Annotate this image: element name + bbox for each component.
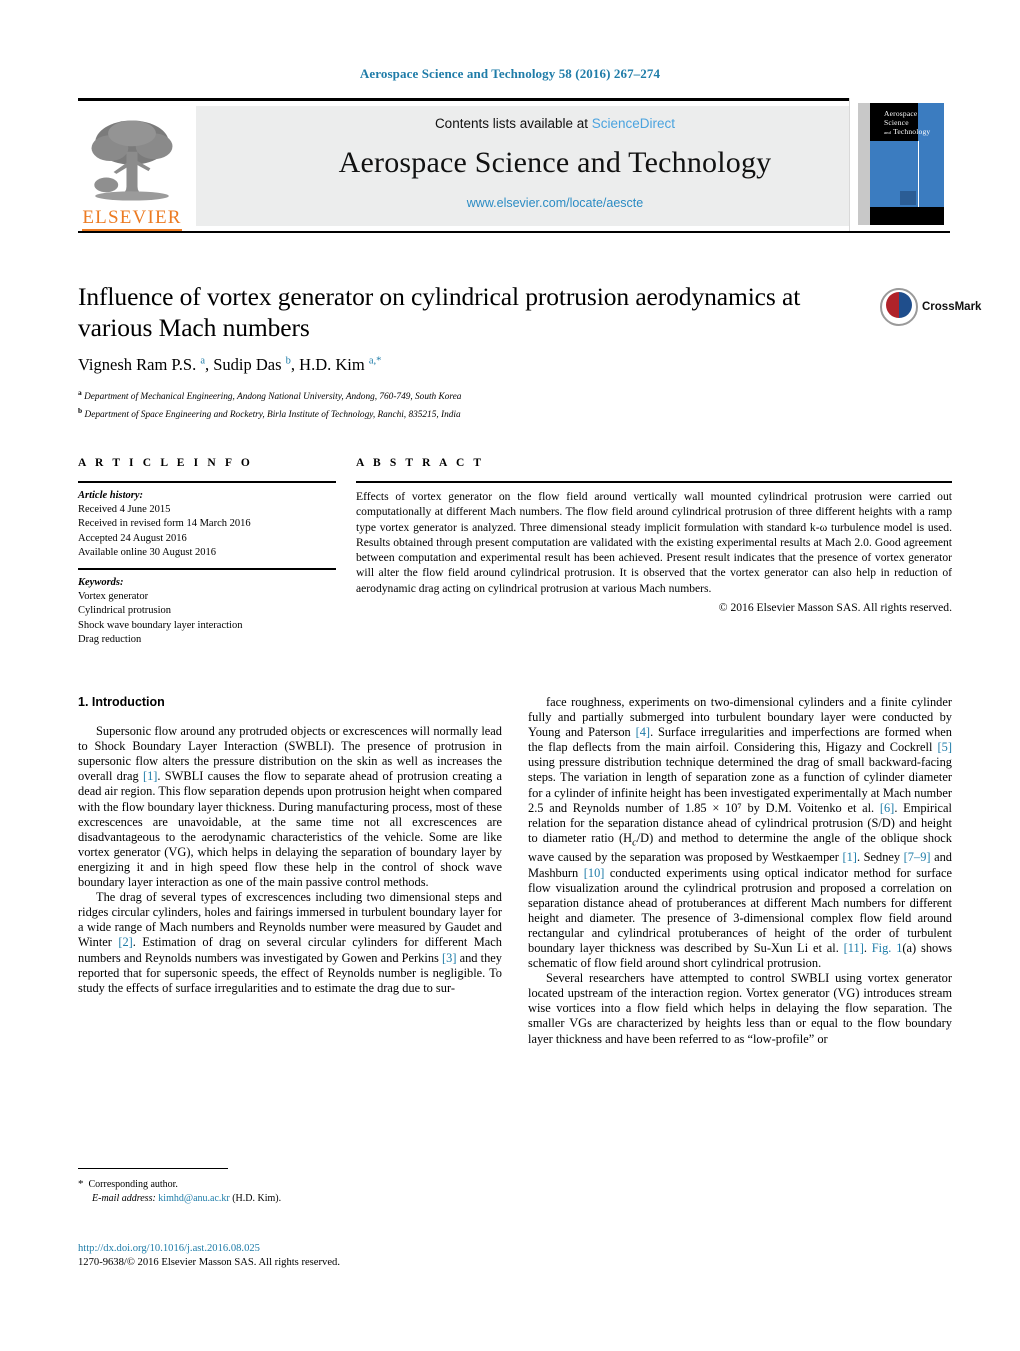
footnote-block: * Corresponding author. E-mail address: … [78,1178,502,1205]
cover-spine [858,103,870,225]
journal-title: Aerospace Science and Technology [338,146,772,179]
paper-page: Aerospace Science and Technology 58 (201… [0,0,1020,1351]
affiliation-b: b Department of Space Engineering and Ro… [78,406,461,421]
author-list: Vignesh Ram P.S. a, Sudip Das b, H.D. Ki… [78,355,382,374]
cover-title-and: and [884,130,892,135]
abstract-heading: A B S T R A C T [356,457,485,469]
corresponding-author-text: Corresponding author. [88,1179,178,1190]
contents-available-line: Contents lists available at ScienceDirec… [435,116,675,131]
cover-main: Aerospace Science and Technology [870,103,944,225]
running-head: Aerospace Science and Technology 58 (201… [359,66,661,81]
asterisk-icon: * [78,1178,84,1190]
affiliation-a-text: Department of Mechanical Engineering, An… [84,392,462,403]
section-heading-introduction: 1. Introduction [78,695,165,709]
masthead-top-rule [78,98,950,101]
cover-divider [918,141,919,207]
body-column-right: face roughness, experiments on two-dimen… [528,695,952,1047]
elsevier-logo: ELSEVIER [78,104,186,231]
paragraph: The drag of several types of excrescence… [78,890,502,995]
sciencedirect-link[interactable]: ScienceDirect [592,116,675,131]
abstract-block: Effects of vortex generator on the flow … [356,489,952,615]
affiliation-b-text: Department of Space Engineering and Rock… [84,410,461,421]
elsevier-wordmark: ELSEVIER [82,207,182,228]
elsevier-underline [82,229,182,231]
cover-emblem-icon [900,191,916,205]
article-info-heading: A R T I C L E I N F O [78,457,253,469]
journal-banner: Contents lists available at ScienceDirec… [196,106,914,226]
article-history: Article history: Received 4 June 2015 Re… [78,489,340,560]
footer-block: http://dx.doi.org/10.1016/j.ast.2016.08.… [78,1242,578,1270]
abstract-copyright: © 2016 Elsevier Masson SAS. All rights r… [718,601,952,615]
footnote-rule [78,1168,228,1169]
masthead-bottom-rule [78,231,950,233]
cover-title-line2: Science [884,118,909,127]
crossmark-right-half [899,292,912,318]
cover-inner: Aerospace Science and Technology [858,103,944,225]
history-item: Available online 30 August 2016 [78,546,217,558]
journal-masthead: ELSEVIER Contents lists available at Sci… [78,98,950,234]
corresponding-author-line: * Corresponding author. [78,1178,502,1192]
paragraph: Supersonic flow around any protruded obj… [78,724,502,890]
cover-title-tech: Technology [893,127,931,136]
crossmark-label: CrossMark [922,301,982,313]
cover-title-line1: Aerospace [884,109,918,118]
article-history-label: Article history: [78,490,144,501]
journal-url-link[interactable]: www.elsevier.com/locate/aescte [467,196,643,210]
page-title: Influence of vortex generator on cylindr… [78,282,801,342]
issn-copyright-line: 1270-9638/© 2016 Elsevier Masson SAS. Al… [78,1257,340,1268]
abstract-text: Effects of vortex generator on the flow … [356,490,952,595]
keywords-block: Keywords: Vortex generator Cylindrical p… [78,576,340,647]
cover-title-line3: and Technology [884,127,944,137]
email-line: E-mail address: kimhd@anu.ac.kr (H.D. Ki… [92,1192,502,1206]
history-item: Received in revised form 14 March 2016 [78,518,251,530]
keyword-item: Cylindrical protrusion [78,605,172,617]
email-link[interactable]: kimhd@anu.ac.kr [158,1193,229,1204]
history-item: Accepted 24 August 2016 [78,532,187,544]
crossmark-badge[interactable]: CrossMark [880,284,981,330]
keyword-item: Drag reduction [78,633,142,645]
keyword-item: Vortex generator [78,591,149,603]
journal-cover-thumbnail: Aerospace Science and Technology [849,98,950,231]
elsevier-tree-icon [91,120,173,201]
contents-available-prefix: Contents lists available at [434,116,592,131]
keywords-rule [78,568,336,570]
body-column-left: 1. Introduction Supersonic flow around a… [78,695,502,996]
email-label: E-mail address: [92,1192,156,1204]
email-owner: (H.D. Kim). [232,1192,282,1204]
history-item: Received 4 June 2015 [78,504,171,516]
doi-link[interactable]: http://dx.doi.org/10.1016/j.ast.2016.08.… [78,1242,578,1256]
cover-title-text: Aerospace Science and Technology [884,109,944,137]
keyword-item: Shock wave boundary layer interaction [78,619,243,631]
paragraph: face roughness, experiments on two-dimen… [528,695,953,971]
abstract-rule [356,481,952,483]
affiliations: a Department of Mechanical Engineering, … [78,386,868,422]
crossmark-icon [880,288,918,326]
paragraph: Several researchers have attempted to co… [528,971,952,1046]
affiliation-a: a Department of Mechanical Engineering, … [78,388,462,403]
crossmark-left-half [886,292,899,318]
article-info-rule [78,481,336,483]
keywords-label: Keywords: [78,577,124,588]
